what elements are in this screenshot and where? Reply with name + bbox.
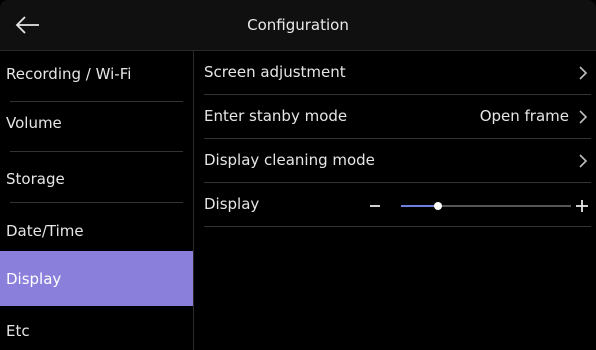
chevron-right-icon <box>579 154 588 168</box>
configuration-screen: Configuration Recording / Wi-Fi Volume S… <box>0 0 596 350</box>
display-brightness-row: Display <box>204 183 591 227</box>
sidebar-item-label: Volume <box>6 114 62 132</box>
increase-button[interactable] <box>573 196 591 216</box>
screen-adjustment-label: Screen adjustment <box>204 63 346 81</box>
cleaning-mode-row[interactable]: Display cleaning mode <box>204 139 591 183</box>
sidebar-item-date-time[interactable]: Date/Time <box>0 203 193 251</box>
sidebar-item-etc[interactable]: Etc <box>0 306 193 350</box>
chevron-right-icon <box>579 110 588 124</box>
sidebar: Recording / Wi-Fi Volume Storage Date/Ti… <box>0 51 194 350</box>
sidebar-item-label: Date/Time <box>6 222 84 240</box>
standby-mode-value: Open frame <box>479 107 569 125</box>
slider-thumb[interactable] <box>434 202 443 210</box>
chevron-right-icon <box>579 66 588 80</box>
sidebar-item-label: Display <box>6 270 62 288</box>
decrease-button[interactable] <box>367 196 383 216</box>
cleaning-mode-label: Display cleaning mode <box>204 151 375 169</box>
header-bar: Configuration <box>0 0 596 51</box>
sidebar-item-display[interactable]: Display <box>0 251 193 306</box>
sidebar-item-label: Storage <box>6 170 65 188</box>
brightness-slider <box>361 196 591 216</box>
display-brightness-label: Display <box>204 195 260 213</box>
sidebar-item-storage[interactable]: Storage <box>0 152 193 202</box>
display-settings-list: Screen adjustment Enter stanby mode Open… <box>194 51 596 350</box>
standby-mode-label: Enter stanby mode <box>204 107 348 125</box>
plus-icon <box>576 200 588 212</box>
sidebar-item-label: Recording / Wi-Fi <box>6 65 132 83</box>
sidebar-item-recording-wifi[interactable]: Recording / Wi-Fi <box>0 51 193 101</box>
screen-adjustment-row[interactable]: Screen adjustment <box>204 51 591 95</box>
sidebar-item-volume[interactable]: Volume <box>0 102 193 151</box>
slider-track[interactable] <box>401 202 571 210</box>
slider-fill <box>401 205 439 207</box>
minus-icon <box>370 205 380 207</box>
sidebar-item-label: Etc <box>6 322 30 340</box>
standby-mode-row[interactable]: Enter stanby mode Open frame <box>204 95 591 139</box>
page-title: Configuration <box>247 16 349 34</box>
